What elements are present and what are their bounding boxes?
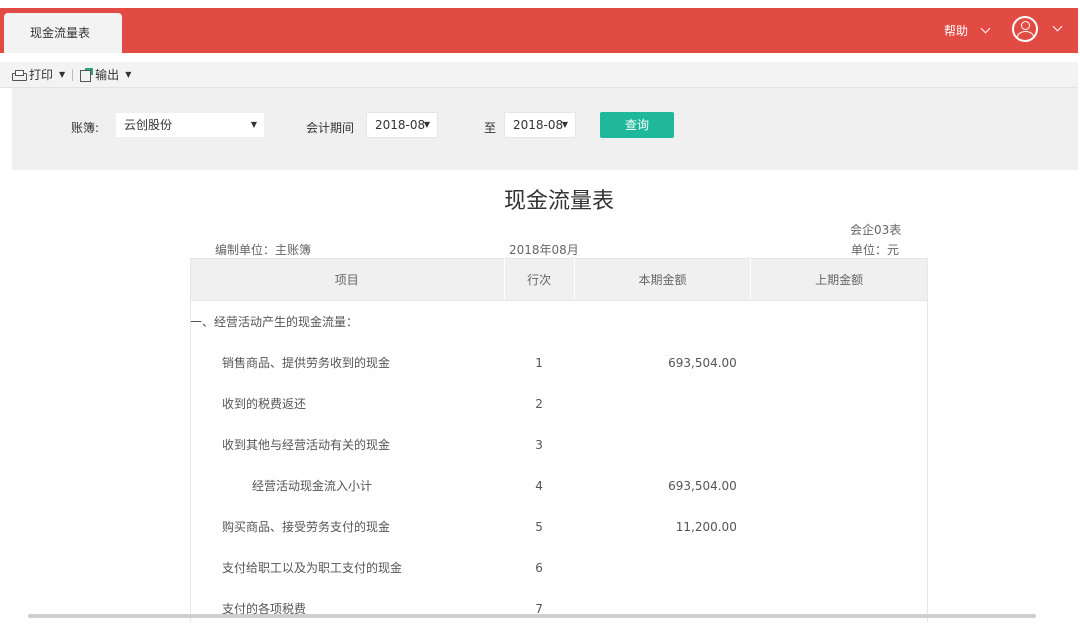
caret-down-icon: ▼ [423,120,430,129]
row-previous [751,342,928,383]
row-current [574,301,751,343]
export-button[interactable]: 输出 ▼ [80,66,131,83]
caret-down-icon: ▼ [250,120,257,129]
export-label: 输出 [95,68,120,82]
currency-unit: 单位：元 [851,243,900,257]
row-line: 7 [535,601,543,616]
print-label: 打印 [29,68,54,82]
caret-down-icon: ▼ [59,70,66,79]
row-previous [751,588,928,629]
row-item: 支付的各项税费 [222,602,307,616]
row-item: 销售商品、提供劳务收到的现金 [222,356,391,370]
row-previous [751,424,928,465]
row-item: 支付给职工以及为职工支付的现金 [222,561,403,575]
row-item: 购买商品、接受劳务支付的现金 [222,520,391,534]
filter-panel: 账簿: 云创股份 ▼ 会计期间 2018-08 ▼ 至 2018-08 ▼ 查询 [12,88,1078,170]
help-label: 帮助 [944,24,969,38]
row-previous [751,547,928,588]
report-period: 2018年08月 [509,243,579,257]
row-line: 6 [535,560,543,575]
table-row: 一、经营活动产生的现金流量： [190,301,928,343]
table-row: 支付的各项税费 7 [190,588,928,629]
book-label: 账簿: [71,121,100,135]
row-previous [751,465,928,506]
table-row: 收到其他与经营活动有关的现金 3 [190,424,928,465]
toolbar-divider [72,68,74,81]
horizontal-scrollbar[interactable] [28,614,1036,618]
query-button[interactable]: 查询 [600,112,674,138]
period-label: 会计期间 [306,121,355,135]
row-current [574,588,751,629]
row-line: 5 [535,519,543,534]
row-line [504,301,574,343]
toolbar: 打印 ▼ 输出 ▼ [0,62,1078,88]
period-to-select[interactable]: 2018-08 ▼ [504,112,576,138]
row-previous [751,301,928,343]
row-item: 收到其他与经营活动有关的现金 [222,438,391,452]
period-to-value: 2018-08 [513,118,564,132]
row-current [574,547,751,588]
chevron-down-icon [980,23,991,34]
row-current: 11,200.00 [675,519,737,534]
column-header-item: 项目 [190,258,505,301]
table-row: 支付给职工以及为职工支付的现金 6 [190,547,928,588]
column-header-previous: 上期金额 [750,258,928,301]
cash-flow-table: 项目 行次 本期金额 上期金额 一、经营活动产生的现金流量： 销售商品、提供劳务… [190,258,928,629]
row-previous [751,506,928,547]
row-current [574,424,751,465]
printer-icon [12,69,27,81]
row-line: 4 [535,478,543,493]
row-line: 2 [535,396,543,411]
row-line: 3 [535,437,543,452]
caret-down-icon: ▼ [561,120,568,129]
book-value: 云创股份 [124,118,173,132]
row-line: 1 [535,355,543,370]
row-current: 693,504.00 [668,478,737,493]
row-current: 693,504.00 [668,355,737,370]
column-header-line: 行次 [504,258,575,301]
user-avatar-icon[interactable] [1012,16,1038,42]
report-title: 现金流量表 [503,189,614,214]
period-from-value: 2018-08 [375,118,426,132]
row-current [574,383,751,424]
book-select[interactable]: 云创股份 ▼ [115,112,265,138]
row-item: 经营活动现金流入小计 [252,479,373,493]
tab-cash-flow[interactable]: 现金流量表 [4,13,122,53]
period-from-select[interactable]: 2018-08 ▼ [366,112,438,138]
form-code: 会企03表 [850,223,902,237]
row-item: 一、经营活动产生的现金流量： [190,315,359,329]
column-header-current: 本期金额 [574,258,752,301]
print-button[interactable]: 打印 ▼ [0,66,65,83]
table-row: 购买商品、接受劳务支付的现金 5 11,200.00 [190,506,928,547]
caret-down-icon: ▼ [125,70,132,79]
top-bar [0,8,1078,53]
reporting-unit: 编制单位：主账簿 [215,243,312,257]
row-item: 收到的税费返还 [222,397,307,411]
export-icon [80,68,94,82]
row-previous [751,383,928,424]
to-label: 至 [484,121,497,135]
table-row: 销售商品、提供劳务收到的现金 1 693,504.00 [190,342,928,383]
help-menu[interactable]: 帮助 [944,22,991,39]
table-row: 经营活动现金流入小计 4 693,504.00 [190,465,928,506]
table-row: 收到的税费返还 2 [190,383,928,424]
